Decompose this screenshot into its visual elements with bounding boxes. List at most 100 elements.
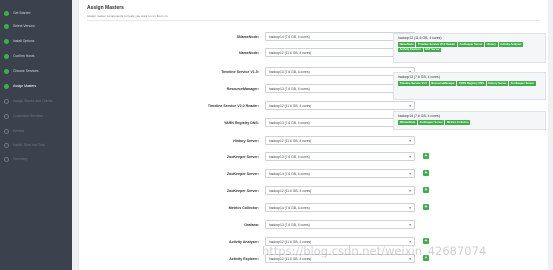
step-pending-icon xyxy=(4,113,9,119)
wizard-step-label: Summary xyxy=(13,157,28,161)
wizard-step-install-options[interactable]: Install Options xyxy=(4,37,35,45)
host-name: hadoop13 (7.6 GB, 4 cores) xyxy=(398,75,440,79)
chevron-down-icon: ▾ xyxy=(409,223,411,227)
wizard-step-get-started[interactable]: Get Started xyxy=(4,9,30,17)
component-badge: ZooKeeper Server xyxy=(509,81,536,86)
host-select[interactable]: hadoop14 (7.6 GB, 4 cores) ▾ xyxy=(265,203,415,212)
wizard-step-label: Confirm Hosts xyxy=(13,54,35,58)
watermark: https://blog.csdn.net/weixin_42687074 xyxy=(262,244,487,258)
wizard-step-label: Assign Masters xyxy=(13,84,37,88)
host-components: NameNode Timeline Service V2.0 Reader Zo… xyxy=(398,42,541,53)
component-label: SNameNode: xyxy=(236,35,259,39)
wizard-step-assign-masters[interactable]: Assign Masters xyxy=(4,82,36,90)
wizard-step-assign-slaves: Assign Slaves and Clients xyxy=(4,97,52,105)
host-panel: hadoop14 (7.6 GB, 4 cores) SNameNode Zoo… xyxy=(393,111,546,130)
host-select-value: hadoop13 (7.6 GB, 4 cores) xyxy=(269,223,310,227)
component-label: Metrics Collector: xyxy=(228,206,259,210)
host-select-value: hadoop14 (7.6 GB, 4 cores) xyxy=(269,206,310,210)
wizard-step-label: Install Options xyxy=(13,39,35,43)
wizard-step-label: Select Version xyxy=(13,24,35,28)
chevron-down-icon: ▾ xyxy=(409,139,411,143)
add-component-button[interactable]: + xyxy=(423,170,429,176)
component-badge: Timeline Service V1.5 xyxy=(398,81,429,86)
wizard-step-review: Review xyxy=(4,127,24,135)
host-components: SNameNode ZooKeeper Server Metrics Colle… xyxy=(398,120,541,125)
chevron-down-icon: ▾ xyxy=(409,189,411,193)
host-select-value: hadoop12 (11.6 GB, 4 cores) xyxy=(269,51,312,55)
step-complete-icon xyxy=(4,68,9,74)
add-component-button[interactable]: + xyxy=(423,153,429,159)
wizard-step-choose-services[interactable]: Choose Services xyxy=(4,67,39,75)
host-select[interactable]: hadoop13 (7.6 GB, 4 cores) ▾ xyxy=(265,220,415,229)
host-select[interactable]: hadoop12 (11.6 GB, 4 cores) ▾ xyxy=(265,136,415,145)
host-components: Timeline Service V1.5 ResourceManager YA… xyxy=(398,81,541,86)
assignment-row: ZooKeeper Server: hadoop12 (11.6 GB, 4 c… xyxy=(79,186,429,196)
page-subtitle: Assign master components to hosts you wa… xyxy=(87,14,169,18)
host-select-value: hadoop14 (7.6 GB, 4 cores) xyxy=(269,172,310,176)
host-panel: hadoop13 (7.6 GB, 4 cores) Timeline Serv… xyxy=(393,72,546,100)
component-label: YARN Registry DNS: xyxy=(223,121,259,125)
component-label: Timeline Service V1.5: xyxy=(221,70,259,74)
assignment-row: ZooKeeper Server: hadoop14 (7.6 GB, 4 co… xyxy=(79,169,429,179)
step-pending-icon xyxy=(4,128,9,134)
wizard-sidebar: Get Started Select Version Install Optio… xyxy=(0,0,72,270)
component-label: ResourceManager: xyxy=(226,87,259,91)
step-current-icon xyxy=(4,83,9,89)
step-complete-icon xyxy=(4,38,9,44)
component-label: Activity Analyzer: xyxy=(228,240,259,244)
component-badge: YARN Registry DNS xyxy=(457,81,486,86)
component-badge: SNameNode xyxy=(398,120,418,125)
chevron-down-icon: ▾ xyxy=(409,104,411,108)
component-badge: History Server xyxy=(486,81,509,86)
host-select[interactable]: hadoop14 (7.6 GB, 4 cores) ▾ xyxy=(265,169,415,178)
component-label: History Server: xyxy=(233,139,259,143)
host-select-value: hadoop12 (11.6 GB, 4 cores) xyxy=(269,189,312,193)
step-pending-icon xyxy=(4,142,9,148)
assignment-row: YARN Registry DNS: hadoop13 (7.6 GB, 4 c… xyxy=(79,118,415,128)
host-select[interactable]: hadoop12 (11.6 GB, 4 cores) ▾ xyxy=(265,101,415,110)
wizard-step-select-version[interactable]: Select Version xyxy=(4,22,35,30)
assignment-row: History Server: hadoop12 (11.6 GB, 4 cor… xyxy=(79,136,415,146)
host-select[interactable]: hadoop13 (7.6 GB, 4 cores) ▾ xyxy=(265,152,415,161)
assignment-row: Timeline Service V2.0 Reader: hadoop12 (… xyxy=(79,101,415,111)
host-select-value: hadoop14 (7.6 GB, 4 cores) xyxy=(269,35,310,39)
host-select-value: hadoop12 (11.6 GB, 4 cores) xyxy=(269,104,312,108)
assignment-row: SNameNode: hadoop14 (7.6 GB, 4 cores)▾ xyxy=(79,32,415,42)
host-select-value: hadoop13 (7.6 GB, 4 cores) xyxy=(269,70,310,74)
host-select[interactable]: hadoop12 (11.6 GB, 4 cores) ▾ xyxy=(265,186,415,195)
host-name: hadoop14 (7.6 GB, 4 cores) xyxy=(398,114,440,118)
component-badge: ZooKeeper Server xyxy=(418,120,445,125)
component-badge: NameNode xyxy=(398,42,416,47)
wizard-step-label: Install, Start and Test xyxy=(13,143,45,147)
wizard-step-customize-services: Customize Services xyxy=(4,112,43,120)
step-complete-icon xyxy=(4,10,9,16)
assignment-row: NameNode: hadoop12 (11.6 GB, 4 cores)▾ xyxy=(79,48,415,58)
wizard-step-label: Get Started xyxy=(13,11,31,15)
add-component-button[interactable]: + xyxy=(423,187,429,193)
wizard-step-label: Choose Services xyxy=(13,69,39,73)
step-complete-icon xyxy=(4,53,9,59)
header-divider xyxy=(87,20,540,21)
step-pending-icon xyxy=(4,98,9,104)
wizard-step-label: Assign Slaves and Clients xyxy=(13,99,53,103)
component-badge: ResourceManager xyxy=(429,81,457,86)
assignment-row: Metrics Collector: hadoop14 (7.6 GB, 4 c… xyxy=(79,203,429,213)
component-label: ZooKeeper Server: xyxy=(226,172,259,176)
host-panel: hadoop12 (11.6 GB, 4 cores) NameNode Tim… xyxy=(393,33,546,63)
chevron-down-icon: ▾ xyxy=(409,206,411,210)
assignment-row: Timeline Service V1.5: hadoop13 (7.6 GB,… xyxy=(79,67,415,77)
add-component-button[interactable]: + xyxy=(423,204,429,210)
wizard-step-label: Review xyxy=(13,129,25,133)
component-badge: Metrics Collector xyxy=(445,120,471,125)
host-select-value: hadoop13 (7.6 GB, 4 cores) xyxy=(269,155,310,159)
assignment-row: ZooKeeper Server: hadoop13 (7.6 GB, 4 co… xyxy=(79,152,429,162)
wizard-step-summary: Summary xyxy=(4,155,28,163)
step-pending-icon xyxy=(4,156,9,162)
chevron-down-icon: ▾ xyxy=(409,172,411,176)
page-title: Assign Masters xyxy=(87,5,124,11)
component-badge: Activity Analyzer xyxy=(498,42,524,47)
wizard-step-confirm-hosts[interactable]: Confirm Hosts xyxy=(4,52,34,60)
host-select-value: hadoop12 (11.6 GB, 4 cores) xyxy=(269,139,312,143)
host-name: hadoop12 (11.6 GB, 4 cores) xyxy=(398,36,442,40)
component-badge: ZooKeeper Server xyxy=(457,42,485,47)
